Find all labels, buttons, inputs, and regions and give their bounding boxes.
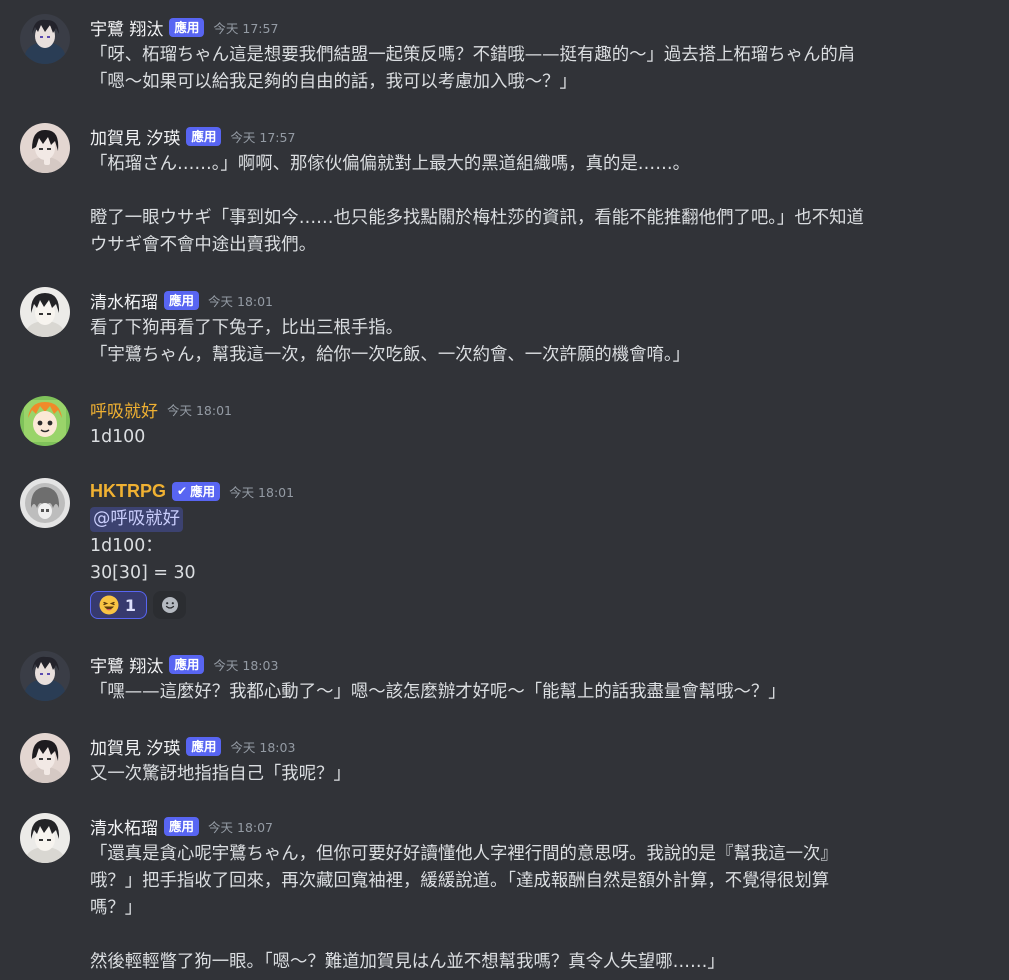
message-header: 清水柘瑠 應用 今天 18:01 [90,287,273,313]
message-line: 「還真是貪心呢宇鷺ちゃん，但你可要好好讀懂他人字裡行間的意思呀。我說的是『幫我這… [90,844,838,864]
reactions-bar: 1 [90,591,186,619]
timestamp[interactable]: 今天 18:01 [229,482,294,501]
avatar-breathe[interactable] [20,396,70,446]
username[interactable]: 呼吸就好 [90,397,158,422]
timestamp[interactable]: 今天 18:01 [208,291,273,310]
message-content: 「嘿——這麼好？我都心動了～」嗯～該怎麼辦才好呢～「能幫上的話我盡量會幫哦～？」 [90,679,981,706]
username[interactable]: 加賀見 汐瑛 [90,124,180,149]
add-reaction-icon [161,597,178,613]
message-line: 看了下狗再看了下兔子，比出三根手指。 [90,318,404,338]
laughing-emoji-icon [99,595,119,615]
message-header: HKTRPG ✔ 應用 今天 18:01 [90,478,294,504]
verified-app-badge: ✔ 應用 [172,481,221,501]
message-content: 又一次驚訝地指指自己「我呢？」 [90,761,981,788]
app-badge: 應用 [164,290,200,310]
timestamp[interactable]: 今天 17:57 [213,18,278,37]
badge-label: 應用 [190,483,216,499]
user-mention[interactable]: @呼吸就好 [90,507,183,532]
message-header: 加賀見 汐瑛 應用 今天 18:03 [90,733,295,759]
message-header: 宇鷺 翔汰 應用 今天 17:57 [90,14,278,40]
username[interactable]: 清水柘瑠 [90,288,158,313]
app-badge: 應用 [186,736,222,756]
message-line: 「宇鷺ちゃん，幫我這一次，給你一次吃飯、一次約會、一次許願的機會唷。」 [90,345,690,365]
message-line: 1d100： [90,536,163,556]
message-line: 「嗯～如果可以給我足夠的自由的話，我可以考慮加入哦～？」 [90,72,577,92]
avatar-usagi[interactable] [20,651,70,701]
message-header: 呼吸就好 今天 18:01 [90,396,232,422]
message-line: 又一次驚訝地指指自己「我呢？」 [90,764,351,784]
reaction-laughing[interactable]: 1 [90,591,147,619]
message-line: 然後輕輕瞥了狗一眼。「嗯～？難道加賀見はん並不想幫我嗎？真令人失望哪……」 [90,952,725,972]
message-line-blank [90,922,981,949]
username[interactable]: 宇鷺 翔汰 [90,15,163,40]
username[interactable]: 宇鷺 翔汰 [90,652,163,677]
username[interactable]: 清水柘瑠 [90,814,158,839]
message-line: 「呀、柘瑠ちゃん這是想要我們結盟一起策反嗎？不錯哦——挺有趣的～」過去搭上柘瑠ち… [90,45,856,65]
avatar-kagami[interactable] [20,123,70,173]
message-line-blank [90,178,981,205]
app-badge: 應用 [164,816,200,836]
message-line: 1d100 [90,427,146,447]
message-content: @呼吸就好 1d100： 30[30] = 30 [90,506,981,587]
avatar-usagi[interactable] [20,14,70,64]
message-line: 30[30] = 30 [90,563,196,583]
avatar-kagami[interactable] [20,733,70,783]
message-line: 「柘瑠さん……。」啊啊、那傢伙偏偏就對上最大的黑道組織嗎，真的是……。 [90,154,690,174]
timestamp[interactable]: 今天 17:57 [230,127,295,146]
app-badge: 應用 [186,126,222,146]
username[interactable]: HKTRPG [90,481,166,502]
message-content: 「呀、柘瑠ちゃん這是想要我們結盟一起策反嗎？不錯哦——挺有趣的～」過去搭上柘瑠ち… [90,42,981,96]
message-line: ウサギ會不會中途出賣我們。 [90,235,317,255]
message-header: 加賀見 汐瑛 應用 今天 17:57 [90,123,295,149]
message-content: 1d100 [90,424,981,451]
message-line: 哦？」把手指收了回來，再次藏回寬袖裡，緩緩說道。「達成報酬自然是額外計算，不覺得… [90,871,830,891]
message-line: 嗎？」 [90,898,143,918]
username[interactable]: 加賀見 汐瑛 [90,734,180,759]
timestamp[interactable]: 今天 18:01 [167,400,232,419]
reaction-count: 1 [124,595,137,615]
timestamp[interactable]: 今天 18:03 [213,655,278,674]
avatar-hktrpg[interactable] [20,478,70,528]
message-line: @呼吸就好 [90,506,981,533]
message-content: 「還真是貪心呢宇鷺ちゃん，但你可要好好讀懂他人字裡行間的意思呀。我說的是『幫我這… [90,841,981,976]
timestamp[interactable]: 今天 18:03 [230,737,295,756]
app-badge: 應用 [169,654,205,674]
timestamp[interactable]: 今天 18:07 [208,817,273,836]
chat-message-list: 宇鷺 翔汰 應用 今天 17:57 「呀、柘瑠ちゃん這是想要我們結盟一起策反嗎？… [0,0,1009,980]
avatar-shimizu[interactable] [20,287,70,337]
message-line: 「嘿——這麼好？我都心動了～」嗯～該怎麼辦才好呢～「能幫上的話我盡量會幫哦～？」 [90,682,786,702]
avatar-shimizu[interactable] [20,813,70,863]
message-header: 清水柘瑠 應用 今天 18:07 [90,813,273,839]
message-content: 看了下狗再看了下兔子，比出三根手指。 「宇鷺ちゃん，幫我這一次，給你一次吃飯、一… [90,315,981,369]
message-line: 瞪了一眼ウサギ「事到如今……也只能多找點關於梅杜莎的資訊，看能不能推翻他們了吧。… [90,208,864,228]
message-header: 宇鷺 翔汰 應用 今天 18:03 [90,651,278,677]
add-reaction-button[interactable] [153,591,186,619]
message-content: 「柘瑠さん……。」啊啊、那傢伙偏偏就對上最大的黑道組織嗎，真的是……。 瞪了一眼… [90,151,981,259]
app-badge: 應用 [169,17,205,37]
checkmark-icon: ✔ [177,483,188,498]
